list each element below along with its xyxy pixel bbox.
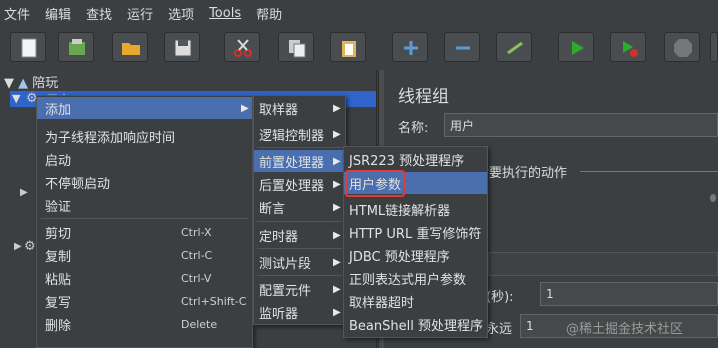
pre-item-html-link-parser[interactable]: HTML链接解析器 [344,198,487,220]
tree-root-label: 陪玩 [32,76,59,91]
ramp-up-field[interactable]: 1 [540,282,718,306]
play-no-timer-icon [623,41,638,57]
submenu-item-pre-processors[interactable]: 前置处理器 ▶ [254,150,345,172]
panel-title: 线程组 [398,87,449,107]
submenu-arrow-icon: ▶ [333,128,341,140]
menu-file[interactable]: 文件 [4,4,30,23]
pre-item-regex-user-params[interactable]: 正则表达式用户参数 [344,267,487,289]
submenu-arrow-icon: ▶ [333,229,341,241]
menu-edit[interactable]: 编辑 [45,4,71,23]
name-label: 名称: [398,121,429,136]
new-file-icon [21,38,37,58]
templates-icon [69,39,85,55]
tree-node-collapse-icon[interactable]: ▶ [14,241,22,252]
radio-button[interactable] [710,194,716,202]
pre-item-jdbc[interactable]: JDBC 预处理程序 [344,244,487,266]
menu-item-paste[interactable]: 粘贴 Ctrl-V [37,267,252,289]
context-menu: 添加 ▶ 为子线程添加响应时间 启动 不停顿启动 验证 剪切 Ctrl-X 复制… [36,95,253,348]
submenu-arrow-icon: ▶ [333,256,341,268]
menu-separator [41,218,248,219]
submenu-arrow-icon: ▶ [333,102,341,114]
cut-button[interactable] [224,32,260,62]
save-button[interactable] [164,32,200,62]
play-icon [572,41,584,55]
pre-item-url-rewriting[interactable]: HTTP URL 重写修饰符 [344,221,487,243]
pre-item-beanshell[interactable]: BeanShell 预处理程序 [344,313,487,335]
tree-root[interactable]: ▼ ▲ 陪玩 [4,72,58,91]
submenu-item-assertions[interactable]: 断言 ▶ [254,196,345,218]
menu-tools[interactable]: Tools [209,6,241,21]
menu-separator [257,147,342,148]
toggle-icon [507,41,523,55]
tree-node-expand-icon[interactable]: ▼ [12,92,20,105]
submenu-arrow-icon: ▶ [333,178,341,190]
submenu-item-config-element[interactable]: 配置元件 ▶ [254,278,345,300]
copy-button[interactable] [278,32,314,62]
submenu-add: 取样器 ▶ 逻辑控制器 ▶ 前置处理器 ▶ 后置处理器 ▶ 断言 ▶ 定时器 ▶ 测试片段 ▶… [253,95,346,325]
ramp-up-label: (秒): [486,290,514,305]
submenu-item-sampler[interactable]: 取样器 ▶ [254,97,345,119]
menu-item-duplicate[interactable]: 复写 Ctrl+Shift-C [37,290,252,312]
menu-item-start[interactable]: 启动 [37,148,252,170]
submenu-arrow-icon: ▶ [333,201,341,213]
watermark: @稀土掘金技术社区 [566,322,684,337]
loop-forever-label: 永远 [486,322,513,337]
section-divider [580,171,718,172]
tree-expand-icon[interactable]: ▼ [4,76,14,91]
flask-icon: ▲ [18,76,29,91]
menu-separator [257,221,342,222]
open-button[interactable] [112,32,148,62]
paste-button[interactable] [330,32,366,62]
toolbar [0,26,718,70]
gear-icon-2: ⚙ [24,239,36,254]
threads-field[interactable] [488,252,718,276]
stop-button[interactable] [664,32,700,62]
templates-button[interactable] [58,32,94,62]
submenu-item-listener[interactable]: 监听器 ▶ [254,301,345,323]
new-button[interactable] [10,32,46,62]
expand-button[interactable] [392,32,428,62]
submenu-item-post-processors[interactable]: 后置处理器 ▶ [254,173,345,195]
action-section-label: 后要执行的动作 [476,166,568,181]
start-button[interactable] [558,32,594,62]
submenu-item-test-fragment[interactable]: 测试片段 ▶ [254,251,345,273]
shutdown-button[interactable] [710,32,718,62]
menu-run[interactable]: 运行 [127,4,153,23]
submenu-arrow-icon: ▶ [241,102,249,114]
menu-item-copy[interactable]: 复制 Ctrl-C [37,244,252,266]
submenu-arrow-icon: ▶ [333,283,341,295]
pre-item-jsr223[interactable]: JSR223 预处理程序 [344,148,487,170]
submenu-item-timer[interactable]: 定时器 ▶ [254,224,345,246]
toggle-button[interactable] [496,32,532,62]
minus-icon [456,46,470,50]
menu-options[interactable]: 选项 [168,4,194,23]
tree-node-collapse-icon-2[interactable]: ▶ [20,187,28,198]
plus-icon [404,41,418,55]
menu-item-start-no-pause[interactable]: 不停顿启动 [37,171,252,193]
menu-help[interactable]: 帮助 [256,4,282,23]
submenu-arrow-icon: ▶ [333,306,341,318]
submenu-arrow-icon: ▶ [333,155,341,167]
name-field[interactable]: 用户 [444,113,718,137]
menu-item-cut[interactable]: 剪切 Ctrl-X [37,221,252,243]
menu-item-delete[interactable]: 删除 Delete [37,313,252,335]
copy-icon [289,40,306,58]
stop-icon [674,39,692,57]
folder-icon [122,43,140,55]
clipboard-icon [342,41,356,57]
menu-bar: 文件 编辑 查找 运行 选项 Tools 帮助 [0,0,718,26]
menu-item-validate[interactable]: 验证 [37,194,252,216]
menu-separator [257,248,342,249]
highlight-box [345,170,405,197]
submenu-item-logic-controller[interactable]: 逻辑控制器 ▶ [254,123,345,145]
menu-search[interactable]: 查找 [86,4,112,23]
menu-separator [257,275,342,276]
start-no-pause-button[interactable] [610,32,646,62]
scissors-icon [234,39,252,57]
pre-item-sample-timeout[interactable]: 取样器超时 [344,290,487,312]
save-icon [174,39,192,57]
menu-item-add[interactable]: 添加 ▶ [37,97,252,119]
collapse-button[interactable] [444,32,480,62]
menu-item-add-think-times[interactable]: 为子线程添加响应时间 [37,125,252,147]
